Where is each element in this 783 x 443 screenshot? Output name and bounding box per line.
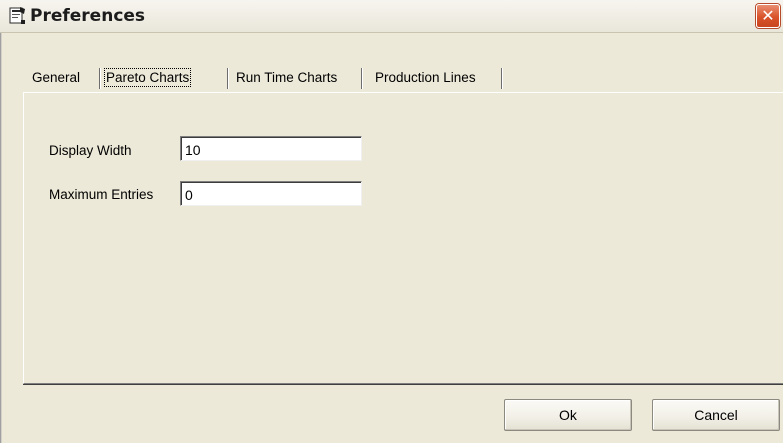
maximum-entries-field[interactable] — [180, 181, 362, 206]
panel-divider — [23, 384, 783, 385]
tab-pareto-charts[interactable]: Pareto Charts — [103, 66, 229, 91]
tab-separator — [501, 68, 503, 89]
window-title: Preferences — [30, 6, 146, 26]
tab-separator — [227, 68, 229, 89]
tab-label: Pareto Charts — [103, 68, 192, 87]
maximum-entries-label: Maximum Entries — [49, 187, 154, 202]
display-width-field[interactable] — [180, 136, 362, 161]
tab-label: Production Lines — [375, 70, 476, 85]
tab-separator — [99, 68, 101, 89]
ok-button[interactable]: Ok — [504, 399, 632, 431]
tab-production-lines[interactable]: Production Lines — [373, 66, 503, 91]
tab-separator — [361, 68, 363, 89]
display-width-label: Display Width — [49, 143, 132, 158]
window-frame-left — [0, 33, 2, 443]
preferences-document-icon — [7, 6, 27, 26]
tab-page-pareto-charts — [23, 92, 783, 384]
title-bar[interactable]: Preferences ✕ — [0, 0, 783, 33]
close-button[interactable]: ✕ — [756, 4, 780, 28]
cancel-button[interactable]: Cancel — [652, 399, 780, 431]
tab-general[interactable]: General — [30, 66, 101, 91]
tab-label: Run Time Charts — [236, 70, 338, 85]
tab-run-time-charts[interactable]: Run Time Charts — [234, 66, 363, 91]
close-icon: ✕ — [761, 6, 775, 25]
tab-label: General — [32, 70, 81, 85]
